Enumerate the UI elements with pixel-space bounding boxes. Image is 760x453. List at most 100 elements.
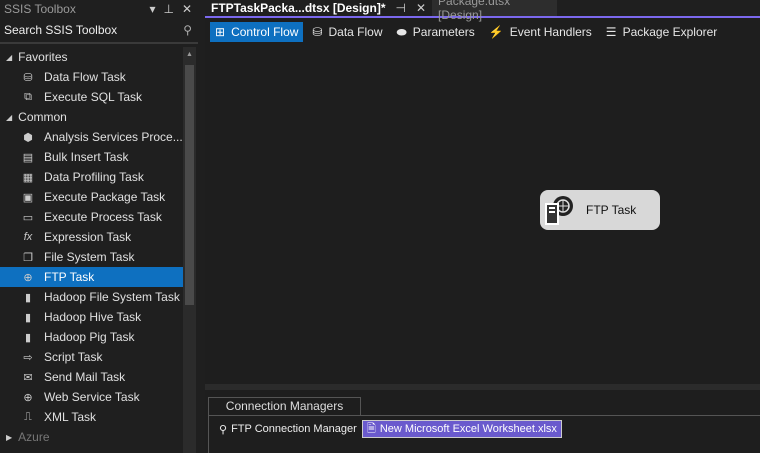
tab-ftptaskpackage[interactable]: FTPTaskPacka...dtsx [Design]* ⊣ ✕ bbox=[205, 0, 433, 16]
globe-icon: ⊕ bbox=[23, 391, 33, 404]
tab-package[interactable]: Package.dtsx [Design] bbox=[432, 0, 558, 22]
file-system-icon: ❐ bbox=[23, 251, 33, 264]
toolbox-item-send-mail[interactable]: ✉ Send Mail Task bbox=[0, 367, 183, 387]
tab-control-flow[interactable]: ⊞ Control Flow bbox=[210, 22, 304, 42]
control-flow-canvas[interactable]: FTP Task bbox=[205, 46, 760, 382]
mail-icon: ✉ bbox=[23, 371, 33, 384]
item-label: Execute Process Task bbox=[44, 210, 162, 224]
item-label: Web Service Task bbox=[44, 390, 140, 404]
toolbox-item-hadoop-hive[interactable]: ▮ Hadoop Hive Task bbox=[0, 307, 183, 327]
toolbox-item-execute-process[interactable]: ▭ Execute Process Task bbox=[0, 207, 183, 227]
toolbox-item-file-system[interactable]: ❐ File System Task bbox=[0, 247, 183, 267]
pig-icon: ▮ bbox=[24, 331, 32, 344]
parameters-icon: ⬬ bbox=[396, 24, 407, 39]
connection-label: New Microsoft Excel Worksheet.xlsx bbox=[379, 423, 557, 435]
ftp-connection-icon: ⚲ bbox=[219, 423, 228, 436]
ftp-task-node[interactable]: FTP Task bbox=[540, 190, 660, 230]
tab-parameters[interactable]: ⬬ Parameters bbox=[392, 22, 480, 42]
package-icon: ▣ bbox=[22, 191, 34, 204]
toolbox-item-ftp-task[interactable]: ⊕ FTP Task bbox=[0, 267, 183, 287]
ftp-icon: ⊕ bbox=[23, 271, 33, 284]
tab-label: Parameters bbox=[412, 25, 475, 39]
item-label: Execute Package Task bbox=[44, 190, 166, 204]
connection-excel[interactable]: 🗎 New Microsoft Excel Worksheet.xlsx bbox=[362, 420, 562, 438]
tab-data-flow[interactable]: ⛁ Data Flow bbox=[307, 22, 387, 42]
scroll-up-icon[interactable]: ▲ bbox=[186, 51, 193, 58]
item-label: FTP Task bbox=[44, 270, 95, 284]
process-icon: ▭ bbox=[22, 211, 34, 224]
toolbox-search-input[interactable]: Search SSIS Toolbox ⚲ bbox=[0, 18, 198, 44]
dropdown-icon[interactable]: ▾ bbox=[149, 2, 155, 16]
pin-icon[interactable]: ⊣ bbox=[396, 1, 406, 15]
pin-icon[interactable]: ⊥ bbox=[163, 2, 173, 16]
tab-event-handlers[interactable]: ⚡ Event Handlers bbox=[484, 22, 597, 42]
toolbox-item-bulk-insert[interactable]: ▤ Bulk Insert Task bbox=[0, 147, 183, 167]
tab-label: Event Handlers bbox=[509, 25, 592, 39]
item-label: Expression Task bbox=[44, 230, 132, 244]
data-flow-icon: ⛁ bbox=[23, 71, 33, 84]
item-label: Data Profiling Task bbox=[44, 170, 144, 184]
connection-managers-tab[interactable]: Connection Managers bbox=[208, 397, 361, 415]
close-tab-icon[interactable]: ✕ bbox=[416, 1, 426, 15]
hive-icon: ▮ bbox=[24, 311, 32, 324]
fx-icon: fx bbox=[23, 231, 33, 243]
expand-icon: ◢ bbox=[6, 112, 13, 122]
item-label: Send Mail Task bbox=[44, 370, 126, 384]
toolbox-item-hadoop-pig[interactable]: ▮ Hadoop Pig Task bbox=[0, 327, 183, 347]
tab-label: Data Flow bbox=[328, 25, 383, 39]
group-label: Common bbox=[18, 110, 67, 124]
file-connection-icon: 🗎 bbox=[367, 422, 376, 435]
connection-managers-pane: Connection Managers ⚲ FTP Connection Mana… bbox=[205, 384, 760, 453]
item-label: Execute SQL Task bbox=[44, 90, 143, 104]
toolbox-item-data-profiling[interactable]: ▦ Data Profiling Task bbox=[0, 167, 183, 187]
tab-label: Package.dtsx [Design] bbox=[438, 0, 511, 22]
search-icon[interactable]: ⚲ bbox=[183, 23, 192, 37]
search-placeholder: Search SSIS Toolbox bbox=[4, 23, 118, 37]
toolbox-item-script[interactable]: ⇨ Script Task bbox=[0, 347, 183, 367]
toolbox-item-data-flow-task[interactable]: ⛁ Data Flow Task bbox=[0, 67, 183, 87]
item-label: Script Task bbox=[44, 350, 103, 364]
tab-label: Package Explorer bbox=[622, 25, 718, 39]
item-label: File System Task bbox=[44, 250, 135, 264]
connection-label: FTP Connection Manager bbox=[231, 423, 357, 435]
xml-icon: ⎍ bbox=[24, 410, 32, 423]
ftp-task-icon bbox=[542, 193, 576, 227]
sql-icon: ⧉ bbox=[24, 90, 32, 103]
group-label: Azure bbox=[18, 430, 50, 444]
event-handlers-icon: ⚡ bbox=[488, 25, 504, 39]
toolbox-item-execute-sql-task[interactable]: ⧉ Execute SQL Task bbox=[0, 87, 183, 107]
item-label: XML Task bbox=[44, 410, 97, 424]
cube-icon: ⬢ bbox=[23, 131, 33, 144]
group-favorites[interactable]: ◢ Favorites bbox=[0, 47, 183, 67]
expand-icon: ◢ bbox=[6, 52, 13, 62]
toolbox-scrollbar[interactable]: ▲ bbox=[183, 47, 196, 453]
ssis-toolbox-panel: SSIS Toolbox ▾ ⊥ ✕ Search SSIS Toolbox ⚲… bbox=[0, 0, 198, 453]
item-label: Hadoop File System Task bbox=[44, 290, 180, 304]
toolbox-title: SSIS Toolbox bbox=[4, 2, 76, 16]
connection-ftp[interactable]: ⚲ FTP Connection Manager bbox=[215, 420, 361, 438]
group-azure[interactable]: ▶ Azure bbox=[0, 427, 183, 447]
bulk-insert-icon: ▤ bbox=[22, 151, 34, 164]
profiling-icon: ▦ bbox=[22, 171, 34, 184]
connection-managers-list: ⚲ FTP Connection Manager 🗎 New Microsoft E… bbox=[208, 415, 760, 453]
close-icon[interactable]: ✕ bbox=[182, 2, 192, 16]
toolbox-item-analysis-services[interactable]: ⬢ Analysis Services Proce... bbox=[0, 127, 183, 147]
item-label: Hadoop Pig Task bbox=[44, 330, 135, 344]
group-label: Favorites bbox=[18, 50, 68, 64]
document-tabs: FTPTaskPacka...dtsx [Design]* ⊣ ✕ Package.… bbox=[205, 0, 760, 22]
package-explorer-icon: ☰ bbox=[605, 25, 617, 39]
toolbox-item-xml[interactable]: ⎍ XML Task bbox=[0, 407, 183, 427]
control-flow-icon: ⊞ bbox=[215, 25, 226, 39]
script-icon: ⇨ bbox=[23, 351, 33, 364]
toolbox-item-expression[interactable]: fx Expression Task bbox=[0, 227, 183, 247]
toolbox-item-web-service[interactable]: ⊕ Web Service Task bbox=[0, 387, 183, 407]
task-label: FTP Task bbox=[586, 203, 637, 217]
toolbox-title-bar: SSIS Toolbox ▾ ⊥ ✕ bbox=[0, 0, 198, 18]
toolbox-item-execute-package[interactable]: ▣ Execute Package Task bbox=[0, 187, 183, 207]
toolbox-item-hadoop-fs[interactable]: ▮ Hadoop File System Task bbox=[0, 287, 183, 307]
group-common[interactable]: ◢ Common bbox=[0, 107, 183, 127]
tab-package-explorer[interactable]: ☰ Package Explorer bbox=[601, 22, 722, 42]
item-label: Data Flow Task bbox=[44, 70, 126, 84]
scrollbar-thumb[interactable] bbox=[185, 65, 194, 305]
tab-label: FTPTaskPacka...dtsx [Design]* bbox=[211, 1, 386, 15]
